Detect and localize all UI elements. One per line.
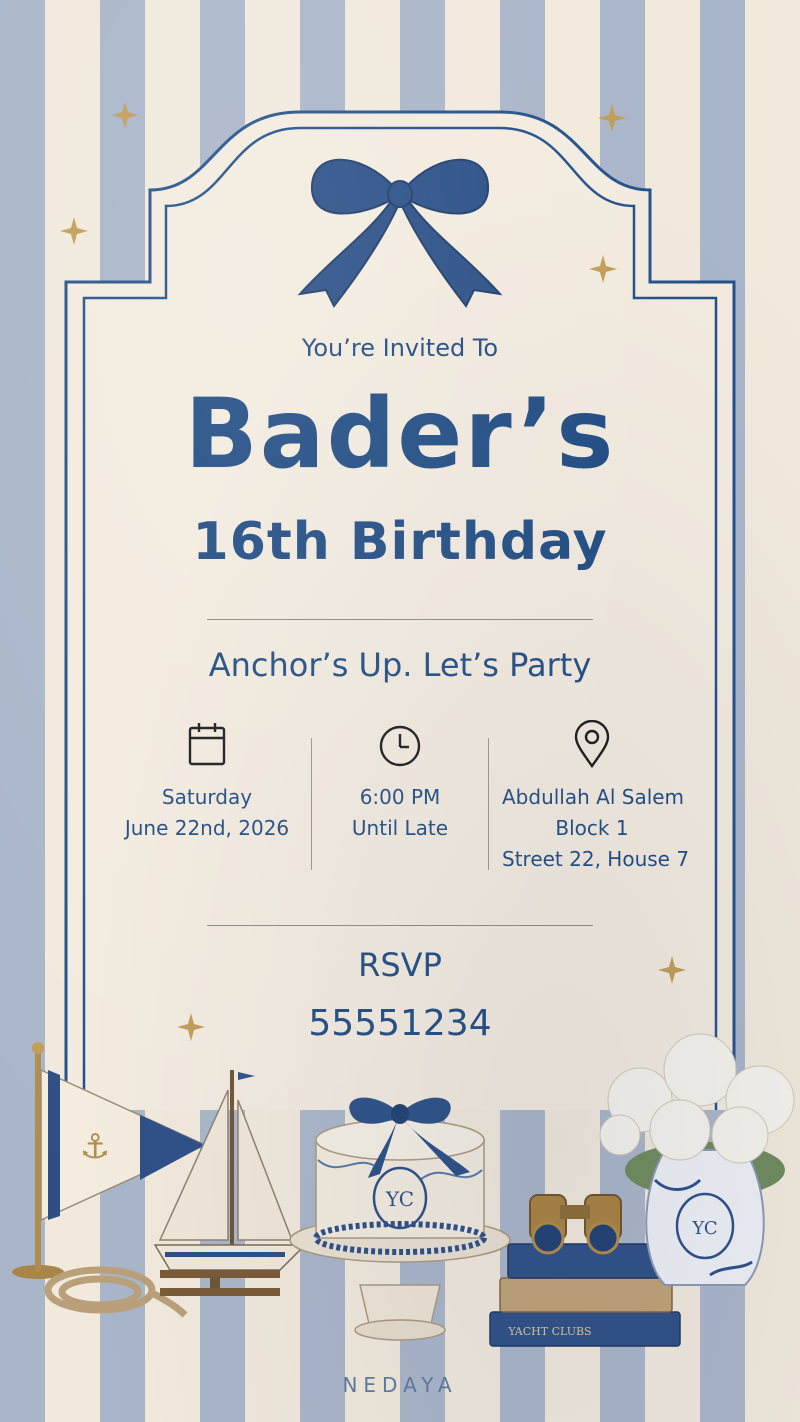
location-street: Street 22, House 7	[502, 847, 690, 871]
tagline: Anchor’s Up. Let’s Party	[208, 646, 592, 684]
svg-text:YACHT CLUBS: YACHT CLUBS	[507, 1325, 591, 1338]
occasion-title: 16th Birthday	[192, 512, 608, 572]
location-pin-icon	[574, 720, 610, 768]
clock-icon	[379, 725, 421, 767]
invited-subtitle: You’re Invited To	[301, 334, 499, 362]
time-end: Until Late	[351, 816, 449, 840]
location-area: Abdullah Al Salem	[502, 785, 685, 809]
column-divider	[488, 738, 489, 870]
calendar-icon	[188, 723, 226, 766]
date-full: June 22nd, 2026	[124, 816, 290, 840]
date-column: Saturday June 22nd, 2026	[117, 720, 297, 844]
celebrant-name: Bader’s	[184, 378, 616, 490]
invitation-card: You’re Invited To Bader’s 16th Birthday …	[0, 0, 800, 1422]
nautical-illustration: ⚓ YC YACHT CLUBS YC	[12, 1033, 795, 1347]
date-day: Saturday	[161, 785, 253, 809]
svg-text:YC: YC	[691, 1218, 717, 1239]
rsvp-label: RSVP	[358, 946, 442, 984]
cake-decoration: YC	[289, 1097, 511, 1341]
pennant-flag-decoration: ⚓	[12, 1042, 207, 1279]
time-start: 6:00 PM	[359, 785, 441, 809]
sailboat-decoration	[153, 1070, 307, 1296]
brand-watermark: NEDAYA	[342, 1373, 458, 1397]
bottom-divider	[207, 925, 593, 926]
location-column: Abdullah Al Salem Block 1 Street 22, Hou…	[502, 720, 690, 875]
svg-text:⚓: ⚓	[80, 1127, 110, 1167]
svg-text:YC: YC	[385, 1187, 414, 1211]
location-block: Block 1	[555, 816, 629, 840]
top-divider	[207, 619, 593, 620]
time-column: 6:00 PM Until Late	[310, 720, 490, 844]
